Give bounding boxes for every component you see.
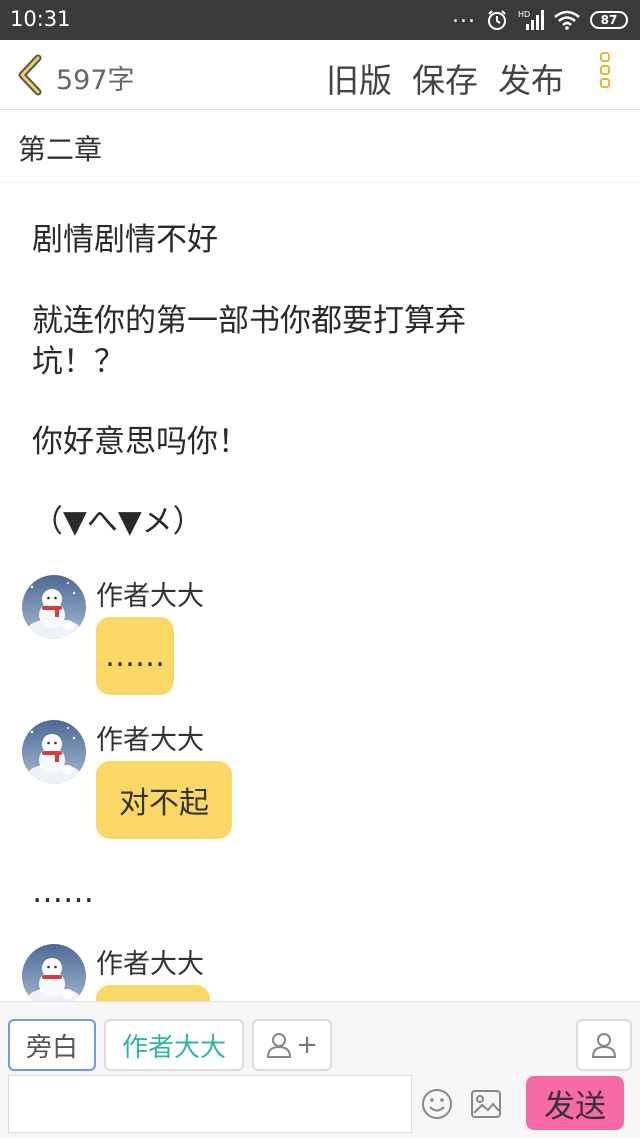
chapter-title: 第二章 <box>18 133 103 166</box>
emoji-icon[interactable] <box>421 1088 453 1120</box>
more-menu-icon[interactable] <box>600 52 616 98</box>
message-text: 对不起 <box>119 786 209 821</box>
message-author-name: 作者大大 <box>96 949 204 980</box>
role-label: 旁白 <box>25 1032 78 1063</box>
snowman-avatar-icon <box>22 720 86 784</box>
status-time: 10:31 <box>10 7 71 31</box>
add-role-plus: + <box>296 1030 318 1060</box>
message-input[interactable] <box>8 1075 412 1133</box>
compose-bar: 旁白 作者大大 + 发送 <box>0 1001 640 1138</box>
message-author-name: 作者大大 <box>96 725 204 756</box>
add-role-button[interactable]: + <box>252 1019 332 1071</box>
snowman-avatar-icon <box>22 575 86 639</box>
add-person-icon <box>267 1033 292 1058</box>
snowman-avatar-icon <box>22 944 86 1008</box>
narration-text[interactable]: （▼へ▼メ） <box>32 502 204 543</box>
message-author-name: 作者大大 <box>96 581 204 612</box>
author-avatar[interactable] <box>22 575 86 639</box>
role-manager-button[interactable] <box>576 1019 632 1071</box>
role-label: 作者大大 <box>121 1032 226 1063</box>
narration-text[interactable]: 就连你的第一部书你都要打算弃 <box>32 301 466 342</box>
save-button[interactable]: 保存 <box>412 54 478 102</box>
publish-button[interactable]: 发布 <box>498 54 564 102</box>
word-count: 597字 <box>56 65 135 96</box>
old-version-button[interactable]: 旧版 <box>326 54 392 102</box>
chapter-title-field[interactable]: 第二章 <box>0 111 640 183</box>
alarm-icon <box>488 10 506 30</box>
image-icon[interactable] <box>470 1089 502 1119</box>
wifi-icon <box>554 10 580 30</box>
narration-text[interactable]: …… <box>32 872 94 913</box>
narration-text[interactable]: 坑！？ <box>32 342 125 383</box>
narration-text[interactable]: 剧情剧情不好 <box>32 220 218 261</box>
send-button[interactable]: 发送 <box>526 1076 624 1130</box>
battery-level: 87 <box>600 13 618 27</box>
notification-dots: ... <box>452 3 476 28</box>
role-narration-button[interactable]: 旁白 <box>8 1019 96 1071</box>
person-icon <box>591 1033 617 1058</box>
author-avatar[interactable] <box>22 720 86 784</box>
hd-label: HD <box>518 10 530 19</box>
narration-text[interactable]: 你好意思吗你！ <box>32 422 249 463</box>
role-author-button[interactable]: 作者大大 <box>104 1019 244 1071</box>
battery-icon: 87 <box>590 11 628 29</box>
send-label: 发送 <box>544 1088 606 1125</box>
message-bubble[interactable]: 对不起 <box>96 761 232 839</box>
editor-toolbar: 597字 旧版 保存 发布 <box>0 40 640 110</box>
message-bubble[interactable]: …… <box>96 617 174 695</box>
message-text: …… <box>105 638 165 674</box>
status-bar: 10:31 ... HD 87 <box>0 0 640 40</box>
back-chevron-icon[interactable] <box>14 54 46 96</box>
status-icons: ... HD 87 <box>452 3 628 32</box>
signal-icon: HD <box>518 10 544 30</box>
author-avatar[interactable] <box>22 944 86 1008</box>
